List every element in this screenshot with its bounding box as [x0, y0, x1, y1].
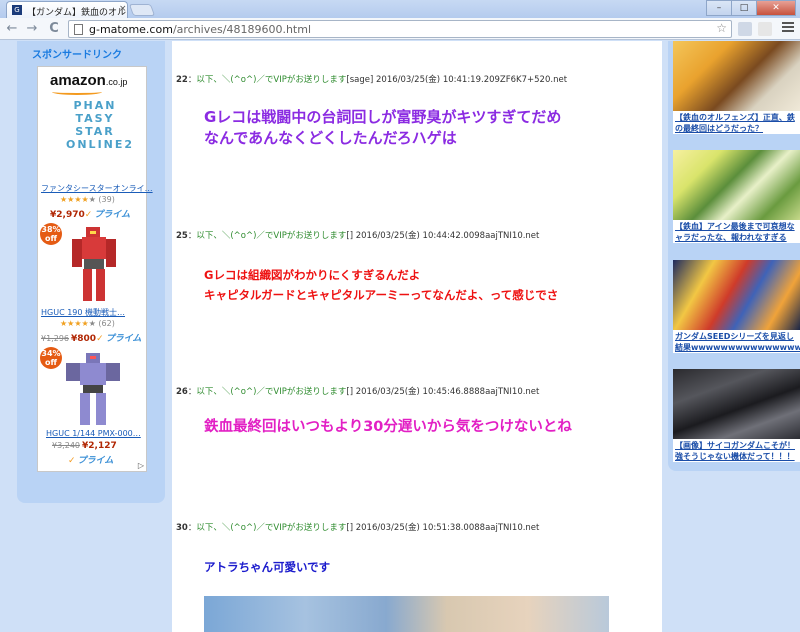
url-path: /archives/48189600.html	[172, 23, 311, 36]
poster-name: 以下、＼(^o^)／でVIPがお送りします	[196, 231, 347, 241]
prime-label: ✓ プライム	[68, 456, 114, 466]
minimize-button[interactable]: –	[706, 0, 732, 16]
ad-item-title[interactable]: ファンタシースターオンライ…	[41, 183, 153, 194]
ad-item-title[interactable]: HGUC 1/144 PMX-000…	[46, 429, 141, 438]
post-body: 鉄血最終回はいつもより30分遅いから気をつけないとね	[204, 419, 572, 435]
article-thumbnail-image[interactable]	[673, 260, 800, 330]
window-controls: – □ ✕	[706, 0, 796, 16]
ad-price: ¥2,970✓ プライム	[50, 210, 131, 220]
related-article[interactable]: ガンダムSEEDシリーズを見返し 結果wwwwwwwwwwwwwwww	[673, 260, 800, 353]
url-host: g-matome.com	[89, 23, 173, 36]
post-body: Gレコは戦闘中の台詞回しが富野臭がキツすぎてだめ なんであんなくどくしたんだろハゲ…	[204, 108, 562, 147]
ad-price: ¥3,240 ¥2,127	[52, 441, 117, 451]
post-header: 25：以下、＼(^o^)／でVIPがお送りします[] 2016/03/25(金)…	[176, 231, 540, 241]
article-title[interactable]: 【鉄血のオルフェンズ】正直、鉄 の最終回はどうだった？	[673, 111, 800, 134]
anime-screenshot-image[interactable]	[204, 596, 609, 632]
amazon-logo: amazon.co.jp	[50, 72, 128, 89]
post-body: アトラちゃん可愛いです	[204, 560, 331, 574]
post-header: 22：以下、＼(^o^)／でVIPがお送りします[sage] 2016/03/2…	[176, 75, 568, 85]
extension-icon[interactable]	[738, 22, 752, 36]
menu-icon[interactable]	[782, 22, 794, 34]
ad-item-title[interactable]: HGUC 190 機動戦士…	[41, 307, 125, 318]
back-button[interactable]: ←	[4, 21, 20, 37]
maximize-button[interactable]: □	[731, 0, 757, 16]
bookmark-star-icon[interactable]: ☆	[716, 21, 727, 35]
poster-mail: []	[346, 387, 354, 397]
discount-badge: 34% off	[40, 347, 62, 369]
poster-name: 以下、＼(^o^)／でVIPがお送りします	[196, 387, 347, 397]
browser-titlebar: G 【ガンダム】鉄血のオルフ × – □ ✕	[0, 0, 800, 18]
post-number: 22	[176, 75, 188, 85]
adchoices-icon[interactable]: ▷	[138, 461, 144, 470]
amazon-smile-icon	[52, 89, 102, 95]
poster-mail: []	[346, 231, 354, 241]
tab-close-icon[interactable]: ×	[119, 4, 127, 14]
rating-stars: ★★★★★ (39)	[60, 195, 115, 204]
right-sidebar: 【鉄血のオルフェンズ】正直、鉄 の最終回はどうだった？ 【鉄血】アイン最後まで可哀…	[668, 41, 800, 471]
poster-name: 以下、＼(^o^)／でVIPがお送りします	[196, 523, 347, 533]
rating-stars: ★★★★★ (62)	[60, 319, 115, 328]
post-header: 30：以下、＼(^o^)／でVIPがお送りします[] 2016/03/25(金)…	[176, 523, 540, 533]
article-thumbnail-image[interactable]	[673, 150, 800, 220]
gundam-purple-image[interactable]	[64, 349, 124, 429]
gundam-red-image[interactable]	[68, 223, 120, 305]
browser-tab[interactable]: G 【ガンダム】鉄血のオルフ ×	[6, 1, 128, 18]
post-number: 30	[176, 523, 188, 533]
extension-icon[interactable]	[758, 22, 772, 36]
poster-mail: []	[346, 523, 354, 533]
related-article[interactable]: 【鉄血】アイン最後まで可哀想な ャラだったな、報われなすぎる	[673, 150, 800, 243]
tab-title: 【ガンダム】鉄血のオルフ	[27, 8, 128, 18]
page-icon	[74, 24, 83, 35]
post-number: 25	[176, 231, 188, 241]
article-thumbnail-image[interactable]	[673, 41, 800, 111]
post-header: 26：以下、＼(^o^)／でVIPがお送りします[] 2016/03/25(金)…	[176, 387, 540, 397]
related-article[interactable]: 【鉄血のオルフェンズ】正直、鉄 の最終回はどうだった？	[673, 41, 800, 134]
article-title[interactable]: 【鉄血】アイン最後まで可哀想な ャラだったな、報われなすぎる	[673, 220, 800, 243]
ad-price: ¥1,296 ¥800✓ プライム	[41, 334, 142, 344]
post-date: 2016/03/25(金) 10:45:46.8888aajTNI10.net	[355, 387, 540, 397]
article-title[interactable]: 【画像】サイコガンダムこそが！ 強そうじゃない機体だって！！！	[673, 439, 800, 462]
address-bar[interactable]: g-matome.com/archives/48189600.html ☆	[68, 20, 732, 38]
page-viewport: スポンサードリンク amazon.co.jp PHAN TASY STAR ON…	[0, 41, 800, 632]
poster-name: 以下、＼(^o^)／でVIPがお送りします	[196, 75, 347, 85]
thread-content: 22：以下、＼(^o^)／でVIPがお送りします[sage] 2016/03/2…	[172, 41, 662, 632]
related-article[interactable]: 【画像】サイコガンダムこそが！ 強そうじゃない機体だって！！！	[673, 369, 800, 462]
post-date: 2016/03/25(金) 10:41:19.209ZF6K7+520.net	[376, 75, 568, 85]
close-window-button[interactable]: ✕	[756, 0, 796, 16]
sponsor-label: スポンサードリンク	[32, 50, 122, 61]
discount-badge: 38% off	[40, 223, 62, 245]
pso-logo-image[interactable]: PHAN TASY STAR ONLINE2	[66, 99, 132, 151]
new-tab-button[interactable]	[128, 4, 156, 16]
site-favicon-icon: G	[12, 5, 22, 15]
forward-button[interactable]: →	[24, 21, 40, 37]
article-thumbnail-image[interactable]	[673, 369, 800, 439]
post-number: 26	[176, 387, 188, 397]
browser-toolbar: ← → C g-matome.com/archives/48189600.htm…	[0, 18, 800, 40]
poster-mail: [sage]	[346, 75, 374, 85]
reload-button[interactable]: C	[46, 21, 62, 37]
post-date: 2016/03/25(金) 10:44:42.0098aajTNI10.net	[355, 231, 540, 241]
post-date: 2016/03/25(金) 10:51:38.0088aajTNI10.net	[355, 523, 540, 533]
left-sidebar: スポンサードリンク amazon.co.jp PHAN TASY STAR ON…	[17, 41, 165, 503]
post-body: Gレコは組織図がわかりにくすぎるんだよ キャピタルガードとキャピタルアーミーってな…	[204, 268, 559, 302]
amazon-ad[interactable]: amazon.co.jp PHAN TASY STAR ONLINE2 ファンタ…	[37, 66, 153, 472]
article-title[interactable]: ガンダムSEEDシリーズを見返し 結果wwwwwwwwwwwwwwww	[673, 330, 800, 353]
